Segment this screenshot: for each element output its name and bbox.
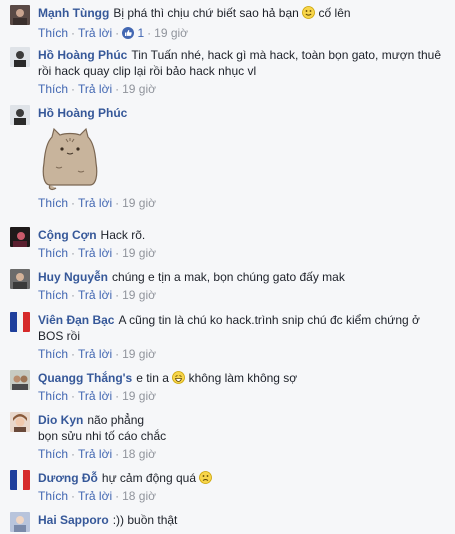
like-link[interactable]: Thích [38, 26, 68, 40]
avatar[interactable] [10, 312, 30, 332]
like-link[interactable]: Thích [38, 489, 68, 503]
comment-text: e tin a [136, 371, 169, 385]
separator: · [147, 26, 152, 40]
comment-text: :)) buồn thật [112, 513, 178, 527]
commenter-name[interactable]: Hồ Hoàng Phúc [38, 48, 127, 62]
timestamp[interactable]: 18 giờ [122, 489, 156, 503]
like-link[interactable]: Thích [38, 246, 68, 260]
separator: · [115, 196, 120, 210]
commenter-name[interactable]: Dio Kyn [38, 413, 83, 427]
like-link[interactable]: Thích [38, 82, 68, 96]
commenter-name[interactable]: Dương Đỗ [38, 471, 98, 485]
separator: · [115, 246, 120, 260]
smile-emoji-icon [302, 6, 316, 19]
separator: · [71, 82, 76, 96]
avatar[interactable] [10, 512, 30, 532]
timestamp[interactable]: 19 giờ [122, 82, 156, 96]
avatar[interactable] [10, 370, 30, 390]
reply-link[interactable]: Trả lời [78, 389, 112, 403]
like-link[interactable]: Thích [38, 196, 68, 210]
separator: · [115, 489, 120, 503]
separator: · [71, 26, 76, 40]
separator: · [71, 347, 76, 361]
comment-text-line2: bọn sửu nhi tố cáo chắc [38, 429, 167, 443]
separator: · [71, 389, 76, 403]
like-link[interactable]: Thích [38, 447, 68, 461]
timestamp[interactable]: 18 giờ [122, 447, 156, 461]
timestamp[interactable]: 19 giờ [154, 26, 188, 40]
frown-emoji-icon [199, 471, 213, 484]
comment-actions: Thích · Trả lời · 19 giờ [38, 287, 443, 303]
commenter-name[interactable]: Mạnh Tùngg [38, 6, 109, 20]
pusheen-cat-sticker-icon [38, 125, 102, 193]
avatar[interactable] [10, 227, 30, 247]
comment-text: Hack rõ. [100, 228, 146, 242]
separator: · [115, 82, 120, 96]
avatar[interactable] [10, 269, 30, 289]
commenter-name[interactable]: Quangg Thắng's [38, 371, 132, 385]
avatar[interactable] [10, 470, 30, 490]
like-link[interactable]: Thích [38, 288, 68, 302]
comment-actions: Thích · Trả lời · 19 giờ [38, 346, 443, 362]
comment-text: não phẳng [87, 413, 145, 427]
grin-emoji-icon [172, 371, 186, 384]
separator: · [71, 246, 76, 260]
comment-text: hự cảm động quá [101, 471, 196, 485]
separator: · [115, 447, 120, 461]
reply-link[interactable]: Trả lời [78, 288, 112, 302]
timestamp[interactable]: 19 giờ [122, 246, 156, 260]
timestamp[interactable]: 19 giờ [122, 347, 156, 361]
avatar[interactable] [10, 412, 30, 432]
comment-actions: Thích · Trả lời · 18 giờ [38, 488, 443, 504]
comment-actions: Thích · Trả lời · 19 giờ [38, 81, 443, 97]
reply-link[interactable]: Trả lời [78, 246, 112, 260]
comment-text-after: cố lên [318, 6, 351, 20]
timestamp[interactable]: 19 giờ [122, 196, 156, 210]
reply-link[interactable]: Trả lời [78, 26, 112, 40]
commenter-name[interactable]: Hồ Hoàng Phúc [38, 106, 127, 120]
avatar[interactable] [10, 47, 30, 67]
reply-link[interactable]: Trả lời [78, 347, 112, 361]
timestamp[interactable]: 19 giờ [122, 389, 156, 403]
thumbs-up-icon[interactable] [122, 27, 135, 39]
reply-link[interactable]: Trả lời [78, 82, 112, 96]
comment-actions: Thích · Trả lời · 19 giờ [38, 195, 443, 211]
avatar[interactable] [10, 105, 30, 125]
commenter-name[interactable]: Huy Nguyễn [38, 270, 108, 284]
separator: · [71, 288, 76, 302]
reply-link[interactable]: Trả lời [78, 447, 112, 461]
separator: · [115, 389, 120, 403]
reply-link[interactable]: Trả lời [78, 489, 112, 503]
comment-text: chúng e tịn a mak, bọn chúng gato đấy ma… [112, 270, 345, 284]
comment-text: Bị phá thì chịu chứ biết sao hả bạn [113, 6, 299, 20]
separator: · [71, 196, 76, 210]
avatar[interactable] [10, 5, 30, 25]
comment-actions: Thích · Trả lời · 19 giờ [38, 245, 443, 261]
separator: · [115, 26, 120, 40]
commenter-name[interactable]: Cộng Cợn [38, 228, 97, 242]
separator: · [115, 288, 120, 302]
comment-actions: Thích · Trả lời · 18 giờ [38, 446, 443, 462]
commenter-name[interactable]: Hai Sapporo [38, 513, 109, 527]
comment-actions: Thích · Trả lời · 1 · 19 giờ [38, 25, 443, 41]
commenter-name[interactable]: Viên Đạn Bạc [38, 313, 114, 327]
separator: · [71, 489, 76, 503]
like-link[interactable]: Thích [38, 347, 68, 361]
comment-text-after: không làm không sợ [188, 371, 298, 385]
separator: · [71, 447, 76, 461]
like-count[interactable]: 1 [137, 26, 144, 40]
comment-actions: Thích · Trả lời · 19 giờ [38, 388, 443, 404]
reply-link[interactable]: Trả lời [78, 196, 112, 210]
separator: · [115, 347, 120, 361]
like-link[interactable]: Thích [38, 389, 68, 403]
timestamp[interactable]: 19 giờ [122, 288, 156, 302]
